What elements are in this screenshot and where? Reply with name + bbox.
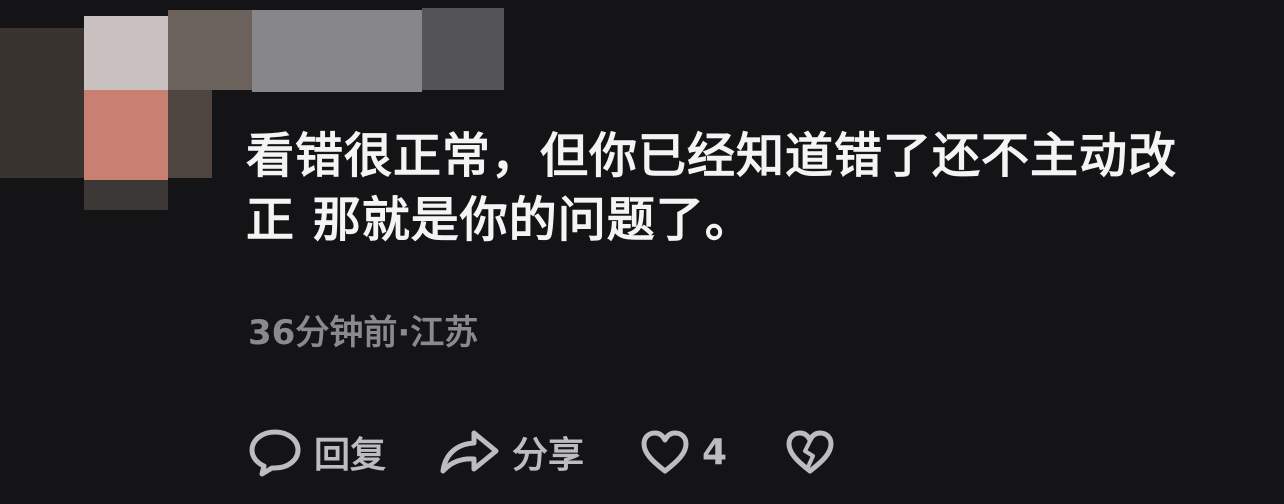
meta-separator: · [397, 313, 411, 353]
dislike-button[interactable] [785, 429, 835, 475]
speech-bubble-icon [249, 429, 301, 477]
reply-label: 回复 [314, 435, 387, 476]
share-button[interactable]: 分享 [438, 426, 584, 478]
like-button[interactable]: 4 [640, 429, 727, 475]
comment-time: 36分钟前 [248, 313, 398, 353]
reply-button[interactable]: 回复 [248, 426, 386, 478]
broken-heart-icon [786, 430, 834, 474]
comment-text-line-2: 正 那就是你的问题了。 [246, 192, 754, 248]
comment-text-line-1: 看错很正常，但你已经知道错了还不主动改 [246, 128, 1178, 184]
heart-icon [641, 430, 689, 474]
share-label: 分享 [512, 435, 585, 476]
comment-actions: 回复 分享 4 [248, 424, 835, 480]
comment-location: 江苏 [410, 313, 479, 353]
share-arrow-icon [440, 430, 499, 474]
like-count: 4 [702, 431, 728, 473]
comment-meta: 36分钟前·江苏 [248, 305, 478, 354]
comment-text: 看错很正常，但你已经知道错了还不主动改 正 那就是你的问题了。 [246, 124, 1256, 252]
